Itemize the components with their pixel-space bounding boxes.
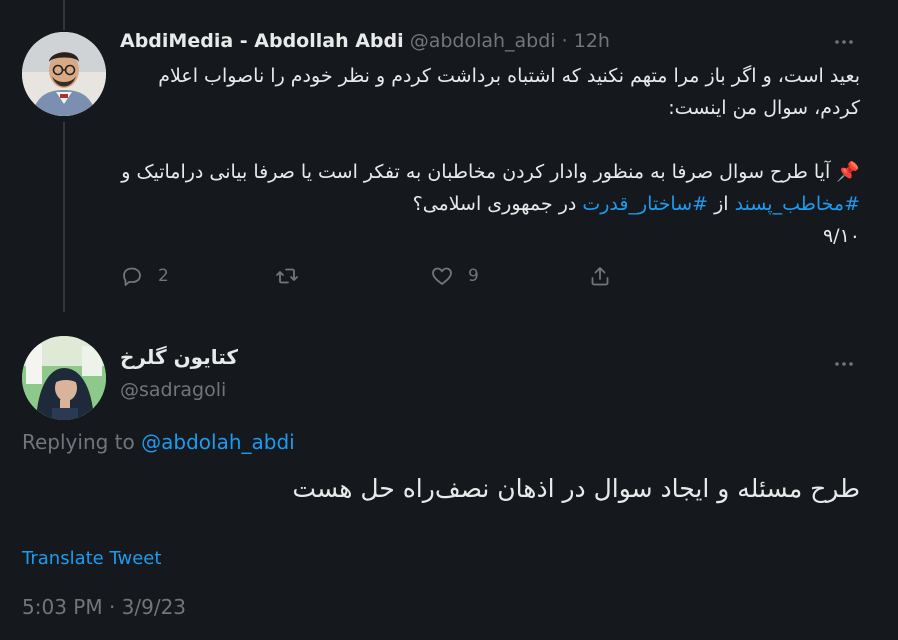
tweet-text: طرح مسئله و ایجاد سوال در اذهان نصف‌راه … — [292, 474, 860, 503]
more-icon[interactable] — [832, 30, 856, 59]
tweet-text: بعید است، و اگر باز مرا متهم نکنید که اش… — [120, 60, 860, 252]
tweet-time[interactable]: 12h — [574, 30, 610, 52]
more-icon[interactable] — [832, 352, 856, 381]
like-count: 9 — [468, 266, 479, 286]
display-name[interactable]: AbdiMedia - Abdollah Abdi — [120, 30, 404, 52]
reply-icon — [123, 267, 141, 286]
mention-link[interactable]: @abdolah_abdi — [141, 430, 295, 454]
avatar[interactable] — [22, 336, 106, 420]
hashtag-link[interactable]: #مخاطب_پسند — [735, 193, 860, 215]
avatar-person-icon — [22, 336, 106, 420]
separator: · — [561, 30, 568, 52]
avatar-person-icon — [22, 32, 106, 116]
replying-label: Replying to — [22, 430, 142, 454]
tweet-text-part: از — [708, 193, 735, 215]
retweet-icon — [276, 268, 298, 284]
tweet-text-part: 📌 آیا طرح سوال صرفا به منظور وادار کردن … — [121, 161, 860, 183]
retweet-button[interactable] — [275, 264, 313, 288]
thread-connector — [63, 122, 65, 312]
share-icon — [591, 267, 609, 286]
tweet-header: AbdiMedia - Abdollah Abdi @abdolah_abdi … — [120, 30, 610, 52]
avatar[interactable] — [22, 32, 106, 116]
reply-count: 2 — [158, 266, 169, 286]
tweet-paragraph-1: بعید است، و اگر باز مرا متهم نکنید که اش… — [158, 65, 860, 119]
user-handle[interactable]: @abdolah_abdi — [410, 30, 556, 52]
hashtag-link[interactable]: #ساختار_قدرت — [582, 193, 708, 215]
tweet-timestamp[interactable]: 5:03 PM · 3/9/23 — [22, 595, 186, 619]
reply-button[interactable]: 2 — [120, 264, 169, 288]
replying-to: Replying to @abdolah_abdi — [22, 430, 295, 454]
tweet-paragraph-2: 📌 آیا طرح سوال صرفا به منظور وادار کردن … — [120, 156, 860, 220]
heart-icon — [432, 267, 452, 285]
like-button[interactable]: 9 — [430, 264, 479, 288]
tweet-text-part: در جمهوری اسلامی؟ — [412, 193, 583, 215]
translate-tweet-link[interactable]: Translate Tweet — [22, 548, 161, 569]
share-button[interactable] — [588, 264, 612, 288]
thread-counter: ۹/۱۰ — [822, 225, 860, 247]
user-handle[interactable]: @sadragoli — [120, 379, 226, 401]
display-name[interactable]: کتایون گلرخ — [120, 345, 238, 369]
thread-connector-top — [63, 0, 65, 30]
